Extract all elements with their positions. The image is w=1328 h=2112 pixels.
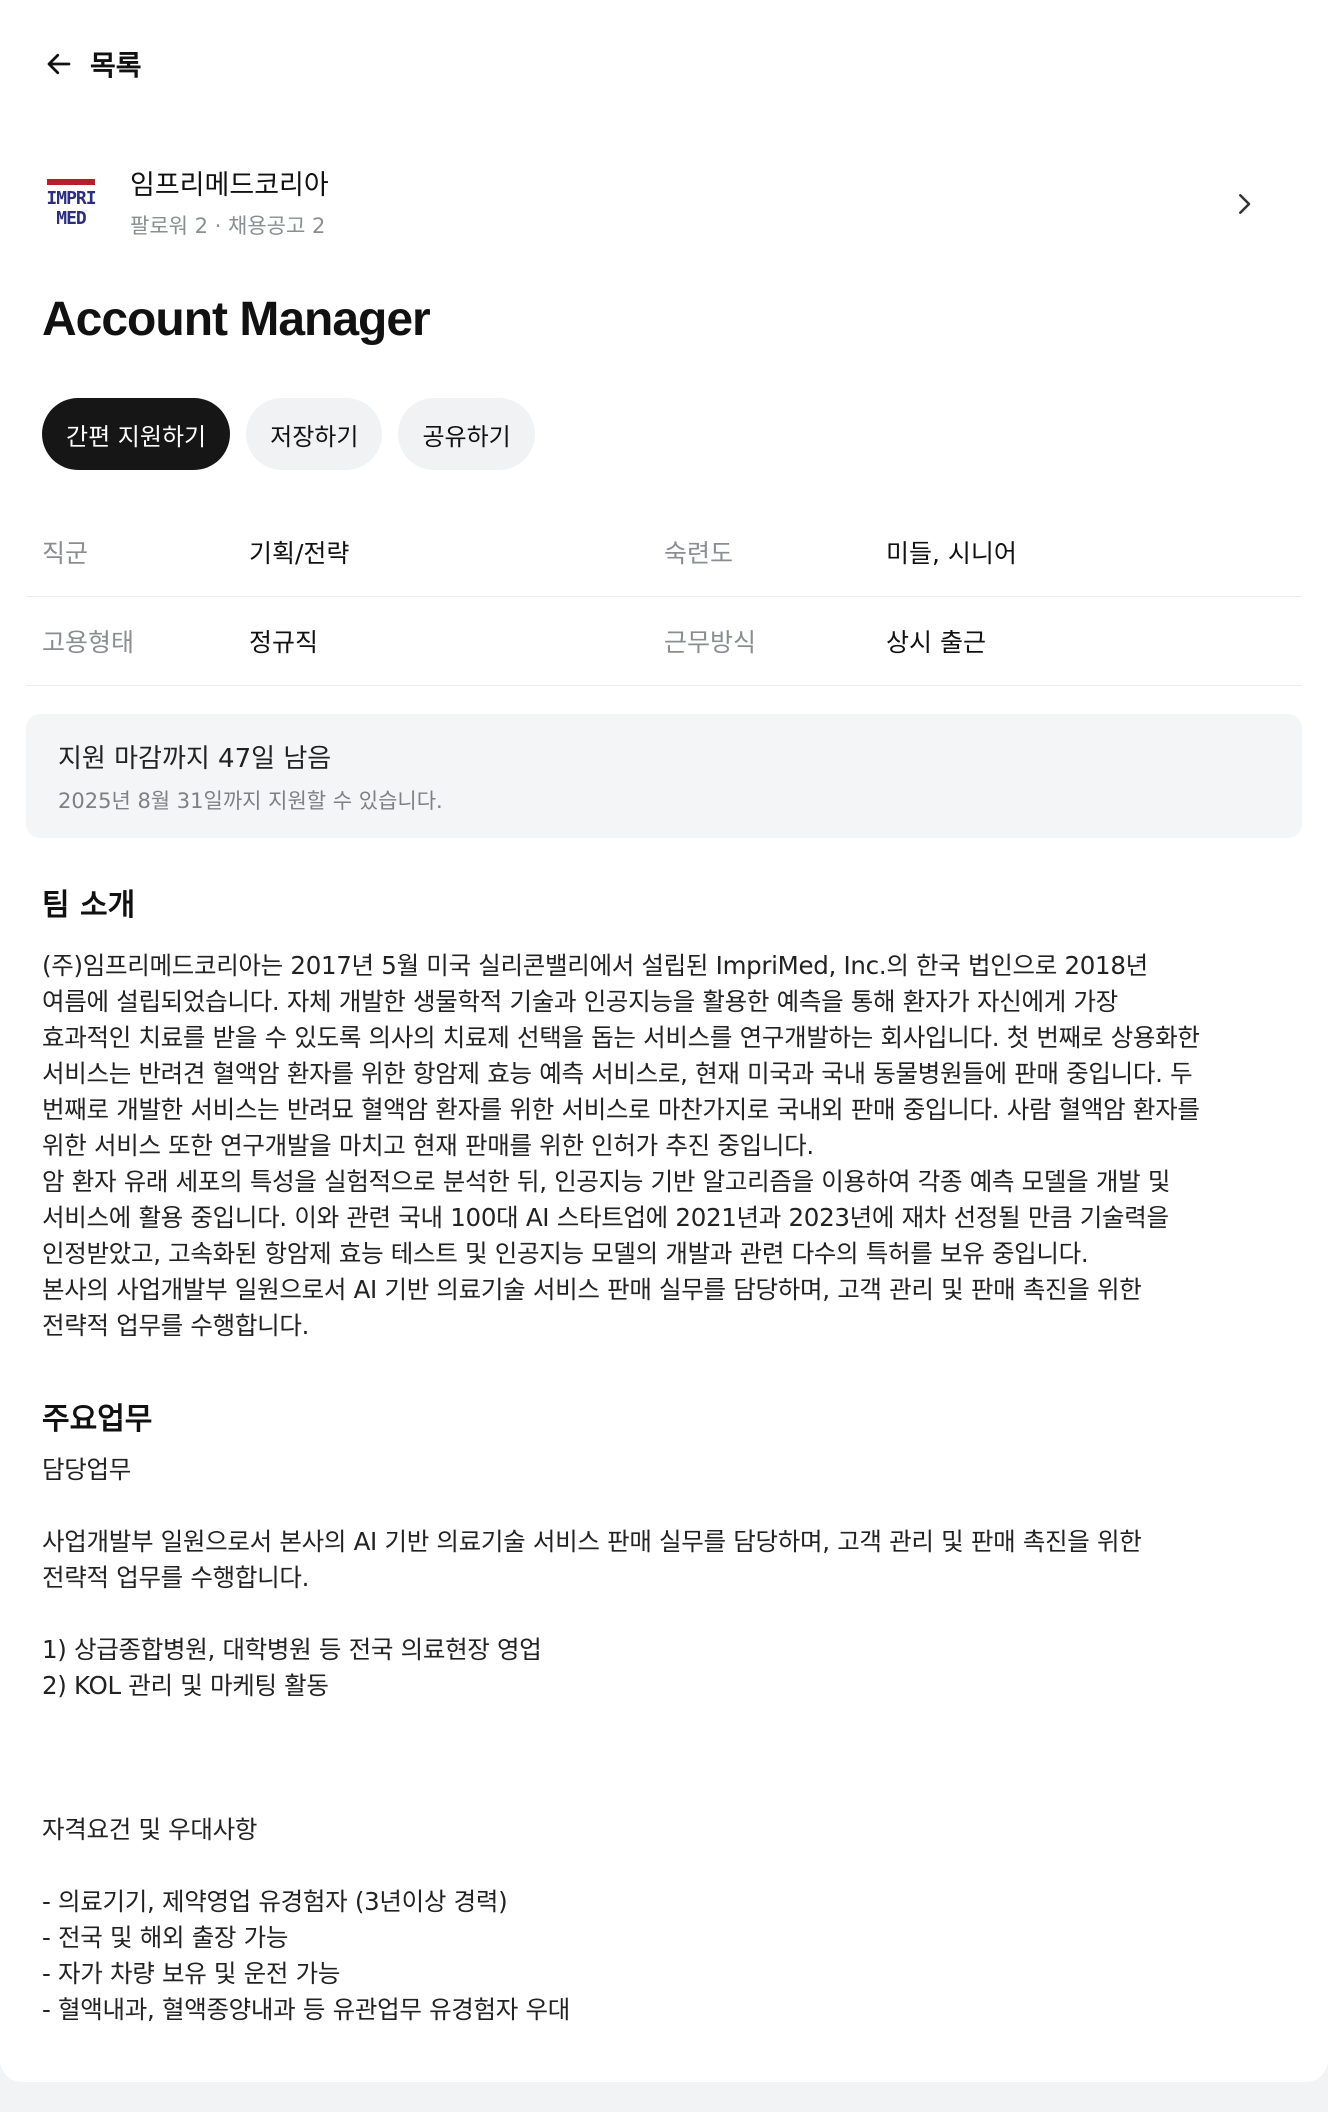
- back-to-list-button[interactable]: 목록: [44, 44, 142, 84]
- logo-bar: [47, 179, 95, 185]
- info-value-seniority: 미들, 시니어: [886, 539, 1017, 568]
- info-row: 직군 기획/전략 숙련도 미들, 시니어: [26, 508, 1302, 597]
- info-row: 고용형태 정규직 근무방식 상시 출근: [26, 597, 1302, 686]
- job-detail-page: 목록 IMPRI MED 임프리메드코리아 팔로워 2 · 채용공고 2 Acc…: [0, 0, 1328, 2082]
- info-label-work-mode: 근무방식: [664, 628, 757, 657]
- team-intro-heading: 팀 소개: [42, 888, 136, 923]
- deadline-subtitle: 2025년 8월 31일까지 지원할 수 있습니다.: [58, 789, 443, 813]
- chevron-right-icon: [1239, 194, 1251, 214]
- team-intro-section: 팀 소개 (주)임프리메드코리아는 2017년 5월 미국 실리콘밸리에서 설립…: [42, 880, 1292, 1344]
- company-name: 임프리메드코리아: [130, 170, 329, 201]
- save-button[interactable]: 저장하기: [246, 398, 383, 470]
- team-intro-body: (주)임프리메드코리아는 2017년 5월 미국 실리콘밸리에서 설립된 Imp…: [42, 951, 1200, 1340]
- company-followers: 팔로워 2: [130, 214, 208, 238]
- duties-section: 주요업무 담당업무 사업개발부 일원으로서 본사의 AI 기반 의료기술 서비스…: [42, 1394, 1292, 2028]
- company-job-postings: 채용공고 2: [228, 214, 326, 238]
- info-label-employment-type: 고용형태: [42, 628, 135, 657]
- deadline-banner: 지원 마감까지 47일 남음 2025년 8월 31일까지 지원할 수 있습니다…: [26, 714, 1302, 838]
- company-card[interactable]: IMPRI MED 임프리메드코리아 팔로워 2 · 채용공고 2: [43, 168, 1283, 240]
- company-info: 임프리메드코리아 팔로워 2 · 채용공고 2: [130, 168, 1229, 240]
- job-title: Account Manager: [42, 293, 431, 346]
- deadline-title: 지원 마감까지 47일 남음: [58, 744, 332, 774]
- company-logo: IMPRI MED: [43, 174, 99, 234]
- quick-apply-button[interactable]: 간편 지원하기: [42, 398, 231, 470]
- info-value-job-group: 기획/전략: [249, 539, 350, 568]
- back-label: 목록: [90, 49, 142, 82]
- info-value-work-mode: 상시 출근: [886, 628, 986, 657]
- company-meta: 팔로워 2 · 채용공고 2: [130, 210, 1229, 240]
- duties-heading: 주요업무: [42, 1402, 153, 1437]
- share-button[interactable]: 공유하기: [398, 398, 535, 470]
- info-value-employment-type: 정규직: [249, 628, 319, 657]
- logo-text: IMPRI MED: [46, 188, 96, 229]
- job-info-table: 직군 기획/전략 숙련도 미들, 시니어 고용형태 정규직 근무방식 상시 출근: [26, 508, 1302, 686]
- action-buttons: 간편 지원하기 저장하기 공유하기: [42, 398, 535, 470]
- meta-separator: ·: [208, 214, 229, 238]
- info-label-seniority: 숙련도: [664, 539, 734, 568]
- duties-body: 담당업무 사업개발부 일원으로서 본사의 AI 기반 의료기술 서비스 판매 실…: [42, 1455, 1142, 2024]
- arrow-left-icon: [47, 53, 71, 75]
- info-label-job-group: 직군: [42, 539, 89, 568]
